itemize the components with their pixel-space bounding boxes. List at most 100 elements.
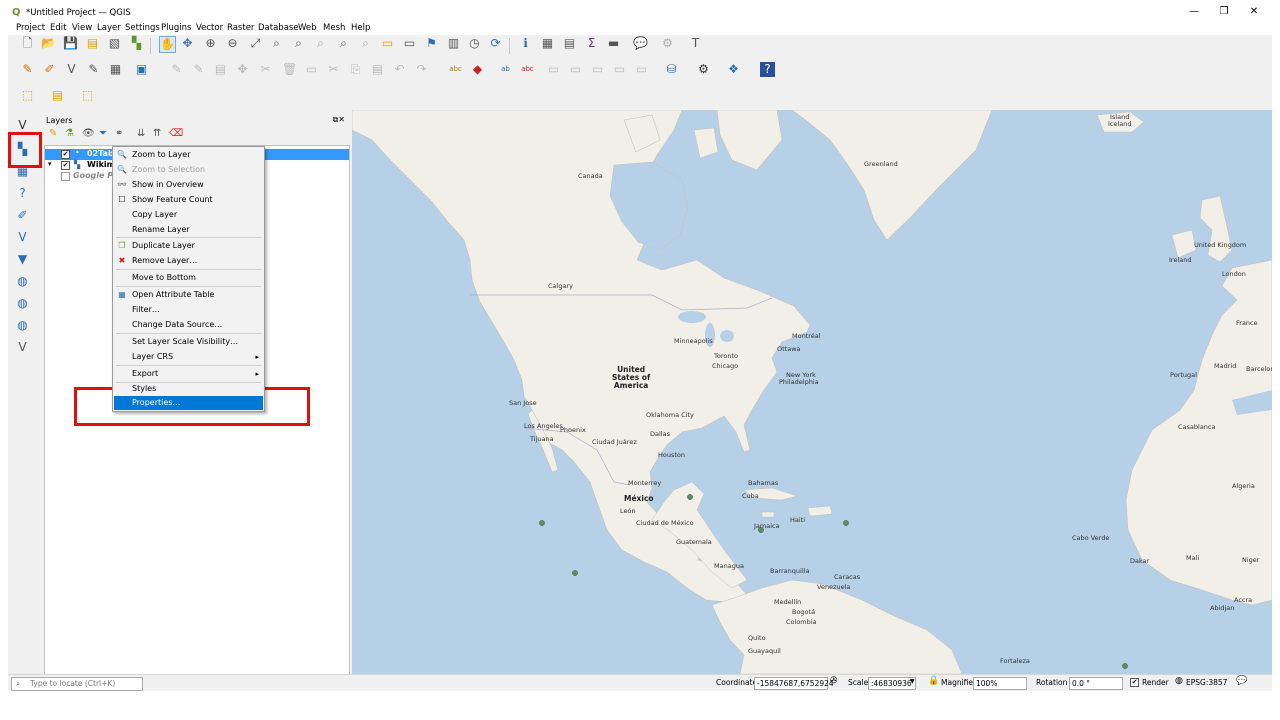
menu-rename-layer[interactable]: Rename Layer — [114, 223, 263, 237]
layer-checkbox[interactable] — [61, 172, 70, 181]
field-calculator-icon[interactable]: ▤ — [562, 36, 577, 51]
python-console-icon[interactable]: ❖ — [726, 62, 741, 77]
expand-arrow-icon[interactable]: ▾ — [48, 160, 52, 168]
menu-copy-layer[interactable]: Copy Layer — [114, 208, 263, 222]
add-wms-icon[interactable]: ◍ — [15, 274, 30, 289]
statistics-icon[interactable]: Σ — [584, 36, 599, 51]
label-icon[interactable]: abc — [448, 62, 463, 77]
save-project-icon[interactable]: 💾 — [63, 36, 78, 51]
restore-button[interactable]: ❐ — [1216, 6, 1232, 17]
redo-icon[interactable]: ↷ — [414, 62, 429, 77]
identify-icon[interactable]: ℹ — [518, 36, 533, 51]
data-point[interactable] — [843, 520, 849, 526]
panel-float-close-icon[interactable]: ⧉✕ — [333, 115, 345, 125]
magnifier-field[interactable]: 100% — [973, 677, 1027, 690]
digitize-icon[interactable]: ✎ — [86, 62, 101, 77]
add-delimited-text-icon[interactable]: ? — [15, 186, 30, 201]
zoom-to-layer-icon[interactable]: ⌕ — [291, 36, 306, 51]
cut-icon[interactable]: ✂ — [326, 62, 341, 77]
menu-change-data-source[interactable]: Change Data Source… — [114, 318, 263, 332]
zoom-out-icon[interactable]: ⊖ — [225, 36, 240, 51]
new-layer-icon[interactable]: V — [15, 340, 30, 355]
new-3d-view-icon[interactable]: ▭ — [402, 36, 417, 51]
filter-expression-icon[interactable]: ⚭ — [115, 128, 123, 139]
menu-plugins[interactable]: Plugins — [161, 23, 191, 33]
zoom-to-selection-icon[interactable]: ⌕ — [269, 36, 284, 51]
menu-filter[interactable]: Filter… — [114, 303, 263, 317]
label-tool-1-icon[interactable]: ▭ — [546, 62, 561, 77]
close-button[interactable]: ✕ — [1246, 6, 1262, 17]
zoom-in-icon[interactable]: ⊕ — [203, 36, 218, 51]
vertex-tool-icon[interactable]: ▦ — [108, 62, 123, 77]
data-point[interactable] — [687, 494, 693, 500]
menu-layer[interactable]: Layer — [97, 23, 121, 33]
menu-zoom-to-layer[interactable]: 🔍 Zoom to Layer — [114, 148, 263, 162]
toggle-extents-icon[interactable]: ✇ — [830, 676, 838, 686]
style-manager-icon[interactable]: ▚ — [129, 36, 144, 51]
current-edits-icon[interactable]: ✎ — [20, 62, 35, 77]
menu-properties[interactable]: Properties… — [114, 396, 263, 410]
menu-styles[interactable]: Styles — [114, 383, 263, 394]
layer-checkbox[interactable]: ✔ — [61, 150, 70, 159]
data-point[interactable] — [1122, 663, 1128, 669]
open-attribute-table-icon[interactable]: ▦ — [540, 36, 555, 51]
menu-raster[interactable]: Raster — [227, 23, 254, 33]
filter-legend-icon[interactable]: ⏷ — [99, 128, 107, 139]
text-annotation-icon[interactable]: T — [688, 36, 703, 51]
menu-set-scale-visibility[interactable]: Set Layer Scale Visibility… — [114, 335, 263, 349]
print-layout-icon[interactable]: ▧ — [107, 36, 122, 51]
refresh-icon[interactable]: ⟳ — [488, 36, 503, 51]
menu-duplicate-layer[interactable]: ❐ Duplicate Layer — [114, 239, 263, 253]
menu-help[interactable]: Help — [351, 23, 370, 33]
add-postgis-icon[interactable]: ▼ — [15, 252, 30, 267]
pan-icon[interactable]: ✋ — [159, 36, 176, 53]
zoom-full-icon[interactable]: ⤢ — [248, 36, 263, 51]
collapse-all-icon[interactable]: ⇈ — [153, 128, 161, 139]
menu-layer-crs[interactable]: Layer CRS ▸ — [114, 350, 263, 364]
pin-labels-icon[interactable]: abc — [520, 62, 535, 77]
menu-settings[interactable]: Settings — [125, 23, 160, 33]
edit-disabled-2-icon[interactable]: ✎ — [191, 62, 206, 77]
minimize-button[interactable]: — — [1186, 6, 1202, 17]
remove-layer-icon[interactable]: ⌫ — [169, 128, 183, 139]
map-canvas[interactable]: Canada Calgary Minneapolis Montréal Otta… — [352, 110, 1272, 674]
add-group-icon[interactable]: ⚗ — [65, 128, 74, 139]
deselect-icon[interactable]: ⬚ — [80, 88, 95, 103]
menu-database[interactable]: Database — [258, 23, 299, 33]
rotation-field[interactable]: 0.0 ° — [1069, 677, 1123, 690]
data-point[interactable] — [572, 570, 578, 576]
pan-to-selection-icon[interactable]: ✥ — [180, 36, 195, 51]
delete-selected-icon[interactable]: 🗑 — [282, 62, 297, 77]
new-map-view-icon[interactable]: ▭ — [380, 36, 395, 51]
add-feature-icon[interactable]: ▣ — [134, 62, 149, 77]
add-vector-layer-icon[interactable]: V — [15, 118, 30, 133]
menu-mesh[interactable]: Mesh — [323, 23, 345, 33]
db-manager-icon[interactable]: ⛁ — [664, 62, 679, 77]
open-project-icon[interactable]: 📂 — [41, 36, 56, 51]
temporal-controller-icon[interactable]: ◷ — [467, 36, 482, 51]
layer-styling-icon[interactable]: ✎ — [49, 128, 57, 139]
help-icon[interactable]: ? — [760, 62, 775, 77]
toggle-editing-icon[interactable]: ✐ — [42, 62, 57, 77]
undo-icon[interactable]: ↶ — [392, 62, 407, 77]
map-tips-icon[interactable]: 💬 — [633, 36, 648, 51]
manage-themes-icon[interactable]: 👁 — [82, 128, 95, 139]
paste-icon[interactable]: ▤ — [370, 62, 385, 77]
new-project-icon[interactable]: 🗋 — [20, 36, 35, 51]
measure-icon[interactable]: ▬ — [606, 36, 621, 51]
messages-icon[interactable]: 💬 — [1236, 676, 1247, 686]
menu-show-feature-count[interactable]: ☐ Show Feature Count — [114, 193, 263, 207]
label-tool-5-icon[interactable]: ▭ — [634, 62, 649, 77]
select-by-value-icon[interactable]: ▤ — [50, 88, 65, 103]
zoom-last-icon[interactable]: ⌕ — [336, 36, 351, 51]
edit-disabled-1-icon[interactable]: ✎ — [169, 62, 184, 77]
add-spatialite-icon[interactable]: V — [15, 230, 30, 245]
processing-icon[interactable]: ⚙ — [696, 62, 711, 77]
label-tool-3-icon[interactable]: ▭ — [590, 62, 605, 77]
data-point[interactable] — [539, 520, 545, 526]
label-tool-2-icon[interactable]: ▭ — [568, 62, 583, 77]
show-bookmarks-icon[interactable]: ▥ — [446, 36, 461, 51]
add-xyz-icon[interactable]: ◍ — [15, 296, 30, 311]
menu-project[interactable]: Project — [16, 23, 45, 33]
edit-disabled-4-icon[interactable]: ✥ — [235, 62, 250, 77]
